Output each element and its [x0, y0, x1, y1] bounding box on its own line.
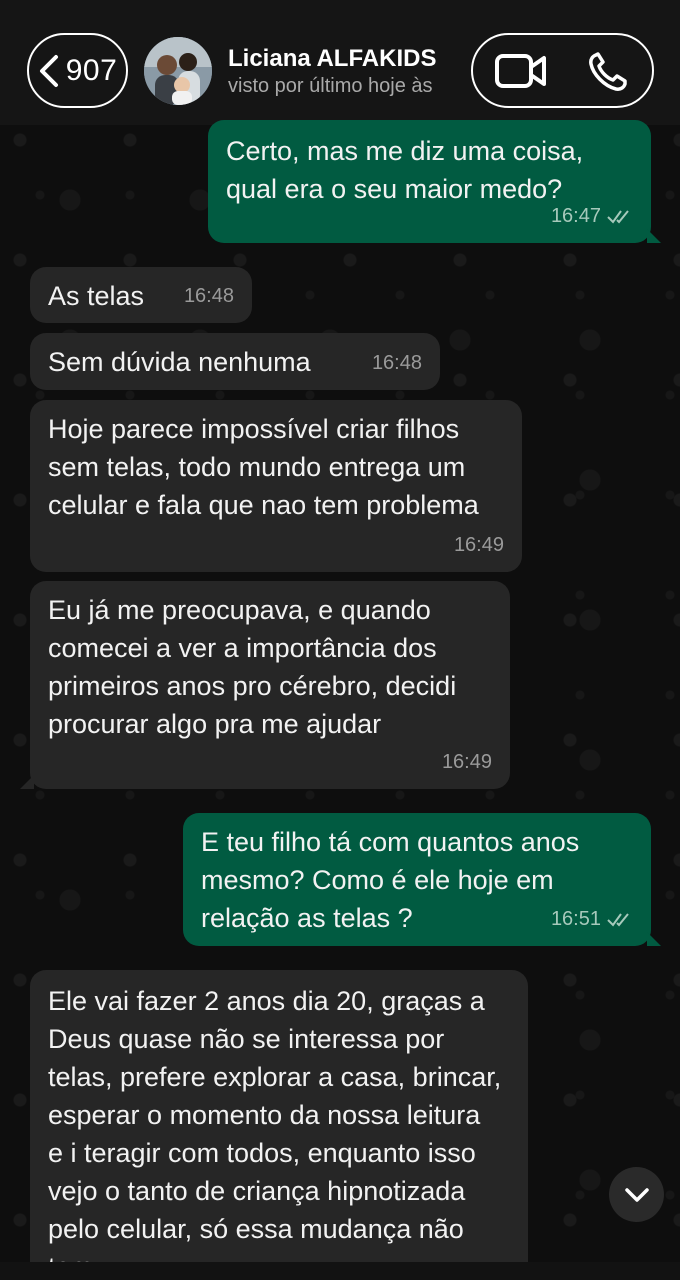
- message-time: 16:49: [441, 751, 492, 773]
- double-check-icon: [607, 913, 629, 927]
- video-camera-icon[interactable]: [495, 53, 547, 89]
- chevron-down-icon: [624, 1187, 649, 1202]
- message-meta: 16:47: [551, 197, 633, 235]
- message-meta: 16:51: [551, 900, 633, 938]
- phone-icon[interactable]: [587, 52, 629, 92]
- message-bubble-incoming[interactable]: Ele vai fazer 2 anos dia 20, graças a De…: [30, 970, 528, 1262]
- composer-bar: [0, 1262, 680, 1280]
- message-text: Hoje parece impossível criar filhos sem …: [48, 414, 479, 520]
- message-text: Eu já me preocupava, e quando comecei a …: [48, 595, 457, 739]
- contact-status: visto por último hoje às: [228, 75, 433, 97]
- message-time: 16:48: [371, 352, 422, 374]
- message-bubble-incoming[interactable]: As telas 16:48: [30, 267, 252, 323]
- back-button[interactable]: 907: [27, 33, 128, 108]
- avatar[interactable]: [144, 37, 212, 105]
- message-time: 16:51: [550, 908, 601, 930]
- unread-count: 907: [65, 53, 118, 87]
- chevron-left-icon: [39, 54, 58, 87]
- message-bubble-incoming[interactable]: Sem dúvida nenhuma 16:48: [30, 333, 440, 390]
- message-bubble-incoming[interactable]: Hoje parece impossível criar filhos sem …: [30, 400, 522, 572]
- call-buttons: [471, 33, 654, 108]
- chat-header: 907 Liciana ALFAKIDS visto por último ho…: [0, 0, 680, 125]
- message-text: Ele vai fazer 2 anos dia 20, graças a De…: [48, 986, 502, 1262]
- message-time: 16:49: [453, 534, 504, 556]
- message-bubble-outgoing[interactable]: Certo, mas me diz uma coisa, qual era o …: [208, 120, 661, 243]
- scroll-to-bottom-button[interactable]: [609, 1167, 664, 1222]
- double-check-icon: [607, 210, 629, 224]
- message-text: Sem dúvida nenhuma: [48, 347, 311, 377]
- message-bubble-outgoing[interactable]: E teu filho tá com quantos anos mesmo? C…: [183, 813, 661, 946]
- message-time: 16:48: [183, 285, 234, 307]
- contact-name[interactable]: Liciana ALFAKIDS: [228, 45, 436, 73]
- message-time: 16:47: [550, 205, 601, 227]
- message-bubble-incoming[interactable]: Eu já me preocupava, e quando comecei a …: [20, 581, 510, 789]
